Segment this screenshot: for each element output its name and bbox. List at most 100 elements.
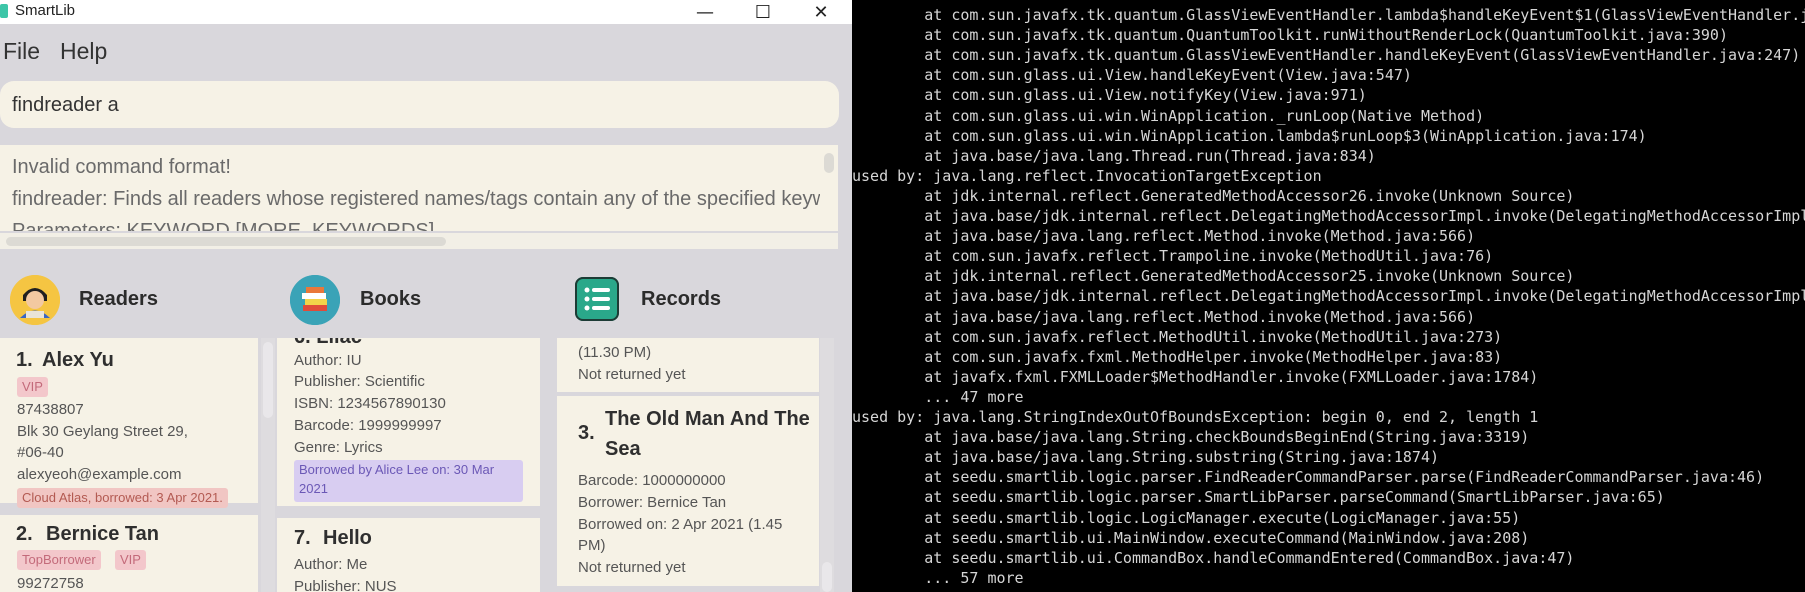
list-item[interactable]: 2. Bernice Tan TopBorrower VIP 99272758 [0,515,258,592]
readers-scrollbar[interactable] [261,338,275,592]
reader-name: Bernice Tan [46,523,159,545]
console-line: at javafx.fxml.FXMLLoader$MethodHandler.… [852,367,1539,386]
scroll-thumb[interactable] [6,237,446,246]
record-borrowed-on: Borrowed on: 2 Apr 2021 (1.45 [578,516,783,533]
console-line: at java.base/jdk.internal.reflect.Delega… [852,287,1805,306]
records-list-icon [575,277,619,321]
record-book-title: Sea [605,438,641,460]
result-display: Invalid command format! findreader: Find… [0,145,838,231]
console-line: at com.sun.javafx.reflect.MethodUtil.inv… [852,327,1503,346]
list-item[interactable]: 6. Lilac Author: IU Publisher: Scientifi… [277,338,540,506]
list-item[interactable]: 3. The Old Man And The Sea Barcode: 1000… [557,396,819,586]
list-item[interactable]: 1. Alex Yu VIP 87438807 Blk 30 Geylang S… [0,338,258,508]
book-publisher: Publisher: NUS [294,578,397,592]
readers-list[interactable]: 1. Alex Yu VIP 87438807 Blk 30 Geylang S… [0,338,282,592]
close-button[interactable]: ✕ [798,0,844,24]
scroll-thumb[interactable] [263,342,273,418]
record-status: Not returned yet [578,366,686,383]
reader-address: #06-40 [17,444,64,461]
console-line: ... 47 more [852,387,1024,406]
console-line: at java.base/java.lang.String.substring(… [852,448,1439,467]
borrowed-book-badge: Cloud Atlas, borrowed: 3 Apr 2021. [17,488,228,508]
result-line: Invalid command format! [12,156,231,178]
command-box [0,81,839,128]
console-line: at com.sun.javafx.tk.quantum.QuantumTool… [852,26,1728,45]
reader-avatar-icon [10,275,60,325]
menu-help[interactable]: Help [60,38,107,65]
command-input[interactable] [12,91,812,119]
scroll-thumb[interactable] [824,153,834,173]
console-line: at jdk.internal.reflect.GeneratedMethodA… [852,267,1575,286]
maximize-button[interactable]: ☐ [740,0,786,24]
scroll-thumb[interactable] [822,562,832,592]
console-line: used by: java.lang.reflect.InvocationTar… [852,166,1322,185]
menu-file[interactable]: File [3,38,40,65]
console-line: at seedu.smartlib.logic.LogicManager.exe… [852,508,1521,527]
record-borrower: Borrower: Bernice Tan [578,494,727,511]
reader-email: alexyeoh@example.com [17,466,182,483]
record-status: Not returned yet [578,559,686,576]
reader-index: 1. [16,349,33,371]
reader-phone: 99272758 [17,575,84,592]
console-line: at seedu.smartlib.ui.MainWindow.executeC… [852,528,1530,547]
minimize-icon: — [696,1,714,23]
reader-name: Alex Yu [42,349,114,371]
list-item[interactable]: 7. Hello Author: Me Publisher: NUS [277,518,540,592]
console-line: at java.base/java.lang.reflect.Method.in… [852,307,1476,326]
record-index: 3. [578,422,595,444]
console-line: at java.base/jdk.internal.reflect.Delega… [852,207,1805,225]
tag-badge: TopBorrower [17,550,101,570]
result-line: Parameters: KEYWORD [MORE_KEYWORDS]... [12,220,451,231]
console-line: at seedu.smartlib.logic.parser.FindReade… [852,468,1765,487]
borrowed-status-badge: Borrowed by Alice Lee on: 30 Mar 2021 [294,460,523,502]
tag-badge: VIP [17,377,48,397]
console-line: at com.sun.glass.ui.View.notifyKey(View.… [852,86,1367,105]
book-title: Hello [323,527,372,549]
result-horizontal-scrollbar[interactable] [0,233,820,249]
records-panel-title: Records [641,288,722,310]
record-borrow-time: (11.30 PM) [578,344,652,361]
readers-panel-title: Readers [79,288,158,310]
list-item[interactable]: (11.30 PM) Not returned yet [557,338,819,392]
menu-bar: File Help [0,24,852,78]
console-line: at java.base/java.lang.String.checkBound… [852,428,1530,447]
console-line: at java.base/java.lang.reflect.Method.in… [852,227,1476,246]
console-line: at com.sun.javafx.tk.quantum.GlassViewEv… [852,46,1801,65]
close-icon: ✕ [813,1,829,23]
console-line: at com.sun.javafx.tk.quantum.GlassViewEv… [852,6,1805,24]
reader-index: 2. [16,523,33,545]
result-line: findreader: Finds all readers whose regi… [12,188,838,210]
book-barcode: Barcode: 1999999997 [294,417,442,434]
console-line: ... 57 more [852,568,1024,587]
console-output: at com.sun.javafx.tk.quantum.GlassViewEv… [852,0,1805,592]
console-line: at java.base/java.lang.Thread.run(Thread… [852,146,1376,165]
book-publisher: Publisher: Scientific [294,373,425,390]
records-list[interactable]: (11.30 PM) Not returned yet 3. The Old M… [557,338,839,592]
console-line: at com.sun.glass.ui.View.handleKeyEvent(… [852,66,1412,85]
book-genre: Genre: Lyrics [294,439,383,456]
minimize-button[interactable]: — [682,0,728,24]
console-line: used by: java.lang.StringIndexOutOfBound… [852,408,1539,426]
books-list[interactable]: 6. Lilac Author: IU Publisher: Scientifi… [277,338,555,592]
books-panel-title: Books [360,288,422,310]
book-isbn: ISBN: 1234567890130 [294,395,446,412]
book-title: 6. Lilac [294,338,362,349]
tag-badge: VIP [115,550,146,570]
console-line: at seedu.smartlib.logic.parser.SmartLibP… [852,488,1665,507]
console-line: at com.sun.javafx.reflect.Trampoline.inv… [852,247,1494,266]
scrollbar-corner [820,233,838,249]
maximize-icon: ☐ [754,1,772,23]
console-line: at com.sun.glass.ui.win.WinApplication._… [852,106,1485,125]
book-author: Author: Me [294,556,368,573]
book-author: Author: IU [294,352,362,369]
title-bar: SmartLib — ☐ ✕ [0,0,852,24]
records-scrollbar[interactable] [820,338,834,592]
console-line: at jdk.internal.reflect.GeneratedMethodA… [852,186,1575,205]
console-line: at com.sun.javafx.fxml.MethodHelper.invo… [852,347,1503,366]
app-icon [0,4,8,18]
smartlib-window: SmartLib — ☐ ✕ File Help Invalid command… [0,0,852,592]
result-vertical-scrollbar[interactable] [820,145,838,231]
console-line: at com.sun.glass.ui.win.WinApplication.l… [852,126,1647,145]
record-book-title: The Old Man And The [605,408,810,430]
book-index: 7. [294,527,311,549]
